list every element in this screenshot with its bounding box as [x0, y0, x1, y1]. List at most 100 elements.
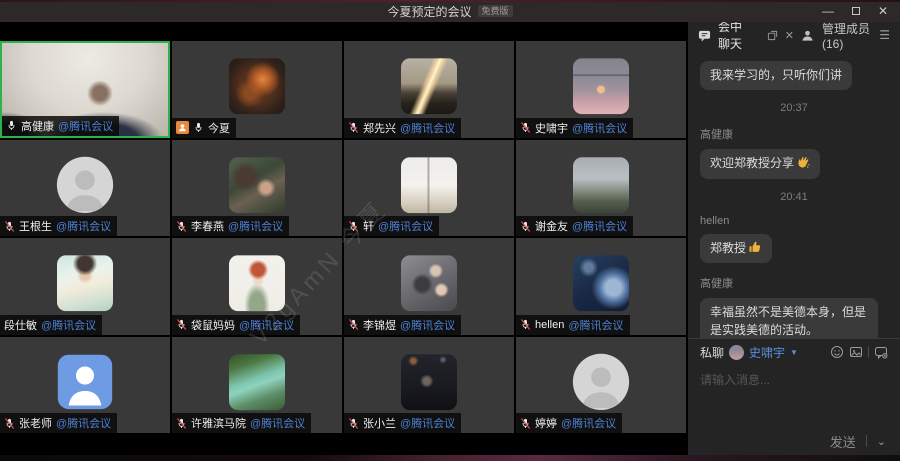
participant-name-label: 张老师 @腾讯会议 — [0, 413, 117, 433]
participant-tile[interactable]: 袋鼠妈妈 @腾讯会议 — [172, 238, 342, 335]
chat-message-bubble[interactable]: 幸福虽然不是美德本身，但是是实践美德的活动。 — [700, 298, 878, 338]
participant-name: 王根生 — [19, 218, 52, 234]
participant-avatar — [570, 351, 632, 413]
participant-org: @腾讯会议 — [400, 415, 455, 431]
participant-tile[interactable]: 张老师 @腾讯会议 — [0, 337, 170, 434]
participant-tile[interactable]: 郑先兴 @腾讯会议 — [344, 41, 514, 138]
window-controls: — ✕ — [822, 0, 888, 22]
meeting-window: 今夏预定的会议 免费版 — ✕ 高健康 @腾讯会议 今夏 — [0, 0, 900, 461]
chat-panel: 会中聊天 ✕ 管理成员(16) ☰ 我来学习的，只听你们讲20:37高健康欢迎郑… — [686, 22, 900, 455]
participant-name-label: 婷婷 @腾讯会议 — [516, 413, 622, 433]
participant-avatar — [401, 58, 457, 114]
icon-divider — [868, 346, 869, 358]
private-chat-row: 私聊 史啸宇 ▼ — [688, 339, 900, 365]
private-target-avatar — [729, 345, 744, 360]
participant-tile[interactable]: 许雅滨马院 @腾讯会议 — [172, 337, 342, 434]
participant-name-label: hellen @腾讯会议 — [516, 315, 630, 335]
mic-muted-icon — [348, 418, 359, 429]
participant-avatar — [229, 58, 285, 114]
participant-name-label: 今夏 — [172, 118, 236, 138]
participant-tile[interactable]: 今夏 — [172, 41, 342, 138]
host-badge-icon — [176, 121, 189, 134]
send-divider — [866, 435, 867, 447]
image-upload-icon[interactable] — [849, 345, 863, 359]
popout-icon[interactable] — [767, 30, 778, 41]
minimize-button[interactable]: — — [822, 5, 834, 17]
close-chat-icon[interactable]: ✕ — [785, 29, 794, 42]
participant-avatar — [573, 58, 629, 114]
participant-grid: 高健康 @腾讯会议 今夏 郑先兴 @腾讯会议 史啸宇 @腾讯会议 — [0, 41, 686, 433]
chat-header: 会中聊天 ✕ 管理成员(16) ☰ — [688, 22, 900, 48]
message-input[interactable]: 请输入消息... — [688, 365, 900, 427]
chat-timestamp: 20:37 — [780, 102, 808, 114]
participant-name-label: 李锦煜 @腾讯会议 — [344, 315, 461, 335]
send-button[interactable]: 发送 — [830, 432, 856, 451]
bottom-edge-strip — [0, 455, 900, 461]
participant-tile[interactable]: 史啸宇 @腾讯会议 — [516, 41, 686, 138]
maximize-icon — [852, 7, 860, 15]
participant-org: @腾讯会议 — [250, 415, 305, 431]
mic-muted-icon — [176, 221, 187, 232]
participant-org: @腾讯会议 — [400, 120, 455, 136]
participant-tile[interactable]: 轩 @腾讯会议 — [344, 140, 514, 237]
chat-message-bubble[interactable]: 我来学习的，只听你们讲 — [700, 61, 852, 90]
participant-org: @腾讯会议 — [56, 415, 111, 431]
participant-name-label: 谢金友 @腾讯会议 — [516, 216, 633, 236]
chat-record-icon[interactable] — [874, 345, 888, 359]
participant-tile[interactable]: 谢金友 @腾讯会议 — [516, 140, 686, 237]
mic-muted-icon — [176, 418, 187, 429]
participant-name-label: 袋鼠妈妈 @腾讯会议 — [172, 315, 300, 335]
private-target-dropdown-icon[interactable]: ▼ — [790, 348, 798, 357]
mic-on-icon — [193, 122, 204, 133]
participant-name: 张小兰 — [363, 415, 396, 431]
participant-name-label: 张小兰 @腾讯会议 — [344, 413, 461, 433]
mic-muted-icon — [520, 319, 531, 330]
maximize-button[interactable] — [852, 5, 860, 17]
participant-name: 今夏 — [208, 120, 230, 136]
participant-org: @腾讯会议 — [572, 120, 627, 136]
manage-members-tab[interactable]: 管理成员(16) — [822, 20, 872, 51]
participant-tile[interactable]: 李锦煜 @腾讯会议 — [344, 238, 514, 335]
participant-avatar — [229, 354, 285, 410]
chat-message-bubble[interactable]: 欢迎郑教授分享 — [700, 149, 820, 178]
participant-name: 许雅滨马院 — [191, 415, 246, 431]
chat-message-bubble[interactable]: 郑教授 — [700, 234, 772, 263]
participant-avatar — [401, 255, 457, 311]
meeting-title: 今夏预定的会议 — [387, 3, 471, 20]
participant-org: @腾讯会议 — [228, 218, 283, 234]
members-icon[interactable] — [801, 29, 814, 42]
menu-icon[interactable]: ☰ — [879, 28, 890, 42]
participant-tile[interactable]: 李春燕 @腾讯会议 — [172, 140, 342, 237]
private-target-name[interactable]: 史啸宇 — [749, 344, 785, 361]
participant-name-label: 高健康 @腾讯会议 — [2, 116, 119, 136]
participant-tile[interactable]: 段仕敏 @腾讯会议 — [0, 238, 170, 335]
mic-muted-icon — [520, 221, 531, 232]
participant-avatar — [573, 157, 629, 213]
participant-org: @腾讯会议 — [239, 317, 294, 333]
participant-tile[interactable]: hellen @腾讯会议 — [516, 238, 686, 335]
emoji-picker-icon[interactable] — [830, 345, 844, 359]
participant-org: @腾讯会议 — [56, 218, 111, 234]
private-chat-label: 私聊 — [700, 344, 724, 361]
message-input-placeholder: 请输入消息... — [700, 373, 770, 387]
mic-muted-icon — [520, 418, 531, 429]
mic-muted-icon — [4, 221, 15, 232]
participant-tile[interactable]: 张小兰 @腾讯会议 — [344, 337, 514, 434]
participant-name: 郑先兴 — [363, 120, 396, 136]
thumbs-up-emoji-icon — [748, 240, 762, 254]
participant-name: 李锦煜 — [363, 317, 396, 333]
mic-muted-icon — [348, 221, 359, 232]
participant-tile[interactable]: 高健康 @腾讯会议 — [0, 41, 170, 138]
participant-org: @腾讯会议 — [572, 218, 627, 234]
participant-name-label: 史啸宇 @腾讯会议 — [516, 118, 633, 138]
chat-tab-title[interactable]: 会中聊天 — [718, 18, 753, 52]
close-button[interactable]: ✕ — [878, 5, 888, 17]
participant-tile[interactable]: 王根生 @腾讯会议 — [0, 140, 170, 237]
send-options-icon[interactable]: ⌄ — [877, 435, 886, 448]
participant-org: @腾讯会议 — [58, 118, 113, 134]
mic-muted-icon — [176, 319, 187, 330]
video-area: 高健康 @腾讯会议 今夏 郑先兴 @腾讯会议 史啸宇 @腾讯会议 — [0, 22, 686, 455]
participant-tile[interactable]: 婷婷 @腾讯会议 — [516, 337, 686, 434]
participant-avatar — [401, 157, 457, 213]
mic-muted-icon — [4, 418, 15, 429]
